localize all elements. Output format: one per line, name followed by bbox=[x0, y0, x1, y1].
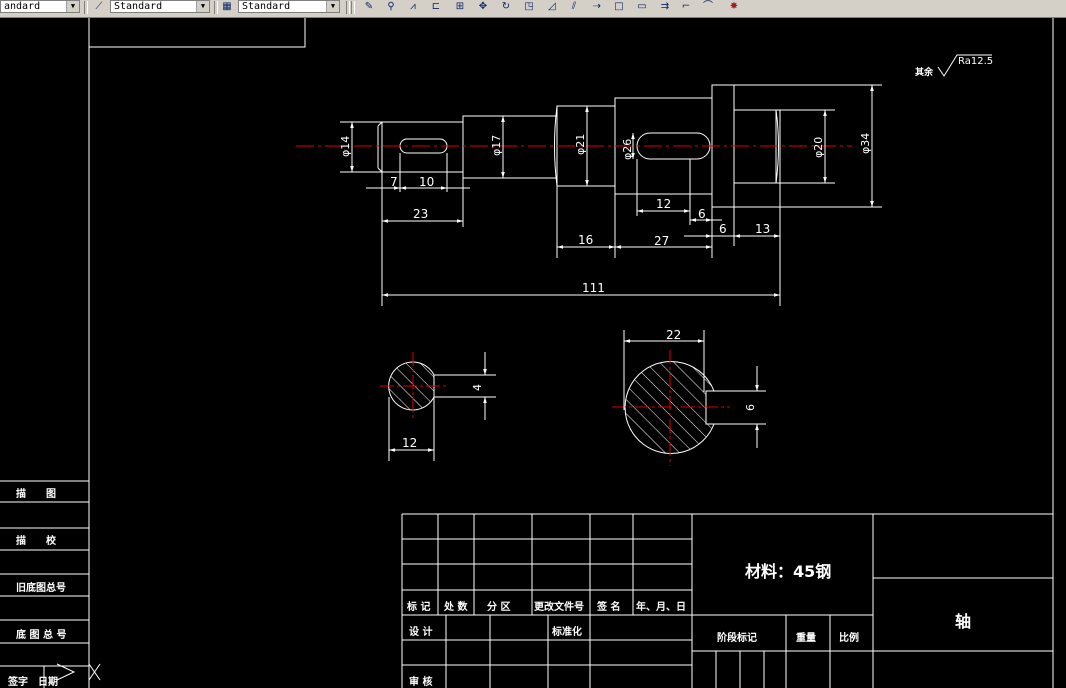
dim-10: 10 bbox=[419, 175, 434, 189]
drawing-canvas[interactable]: 描 图 描 校 旧底图总号 底 图 总 号 签字 日期 其余 Ra12.5 φ1… bbox=[0, 18, 1066, 688]
explode-icon[interactable]: ✸ bbox=[727, 0, 741, 14]
header-zone: 分 区 bbox=[487, 600, 510, 613]
table-style-icon[interactable]: ▦ bbox=[220, 0, 234, 14]
dim-6b: 6 bbox=[719, 222, 727, 236]
table-style-value: Standard bbox=[242, 1, 291, 12]
array-icon[interactable]: ⊞ bbox=[453, 0, 467, 14]
label-weight: 重量 bbox=[796, 631, 816, 644]
fillet-icon[interactable]: ⌒ bbox=[701, 0, 715, 14]
chevron-down-icon[interactable]: ▼ bbox=[66, 1, 79, 12]
roughness-value: Ra12.5 bbox=[958, 56, 993, 67]
dim-d21: φ21 bbox=[574, 134, 587, 155]
stretch-icon[interactable]: ◿ bbox=[545, 0, 559, 14]
section-a: 4 12 bbox=[380, 352, 496, 461]
extend-icon[interactable]: ⇢ bbox=[590, 0, 604, 14]
text-style-select[interactable]: andard ▼ bbox=[0, 0, 80, 13]
break-icon[interactable]: □ bbox=[612, 0, 626, 14]
label-stage-mark: 阶段标记 bbox=[717, 631, 757, 644]
section-b: 22 6 bbox=[612, 328, 766, 466]
header-mark: 标 记 bbox=[406, 600, 430, 613]
break-at-point-icon[interactable]: ▭ bbox=[635, 0, 649, 14]
title-block bbox=[401, 513, 1053, 688]
dim-12: 12 bbox=[656, 197, 671, 211]
dim-7: 7 bbox=[390, 175, 398, 189]
dim-d20: φ20 bbox=[812, 137, 825, 158]
chevron-down-icon[interactable]: ▼ bbox=[196, 1, 209, 12]
dim-d17: φ17 bbox=[490, 135, 503, 156]
section-b-width: 22 bbox=[666, 328, 681, 342]
match-props-icon[interactable]: ⚲ bbox=[384, 0, 398, 14]
offset-icon[interactable]: ⊏ bbox=[429, 0, 443, 14]
dim-style-value: Standard bbox=[114, 1, 163, 12]
text-style-value: andard bbox=[4, 1, 41, 12]
toolbar: andard ▼ ⟋ Standard ▼ ▦ Standard ▼ ✎ ⚲ ⩘… bbox=[0, 0, 1066, 18]
label-design: 设 计 bbox=[409, 625, 432, 638]
dim-d14: φ14 bbox=[339, 136, 352, 157]
dim-23: 23 bbox=[413, 207, 428, 221]
drawing-frame bbox=[88, 18, 1054, 688]
surface-note: 其余 bbox=[915, 66, 934, 78]
dim-d34: φ34 bbox=[859, 133, 872, 154]
dimension-style-icon[interactable]: ⟋ bbox=[92, 0, 106, 14]
label-scale: 比例 bbox=[839, 631, 859, 644]
material-label: 材料：45钢 bbox=[745, 562, 831, 581]
separator bbox=[346, 1, 350, 14]
section-a-depth: 4 bbox=[471, 384, 484, 391]
move-icon[interactable]: ✥ bbox=[476, 0, 490, 14]
separator bbox=[351, 1, 355, 14]
header-change-doc: 更改文件号 bbox=[534, 600, 584, 613]
pencil-icon[interactable]: ✎ bbox=[362, 0, 376, 14]
dim-27: 27 bbox=[654, 234, 669, 248]
left-table-row-2: 描 校 bbox=[16, 534, 57, 547]
label-standardize: 标准化 bbox=[551, 625, 582, 638]
table-style-select[interactable]: Standard ▼ bbox=[238, 0, 340, 13]
dim-6a: 6 bbox=[698, 207, 706, 221]
part-name: 轴 bbox=[955, 612, 971, 631]
section-b-depth: 6 bbox=[744, 404, 757, 411]
section-a-width: 12 bbox=[402, 436, 417, 450]
mirror-icon[interactable]: ⩘ bbox=[406, 0, 420, 14]
left-table-row-5: 签字 日期 bbox=[7, 675, 58, 688]
dim-d26: φ26 bbox=[621, 139, 634, 160]
dim-16: 16 bbox=[578, 233, 593, 247]
trim-icon[interactable]: ⫽ bbox=[567, 0, 581, 14]
dim-111: 111 bbox=[582, 281, 605, 295]
dim-style-select[interactable]: Standard ▼ bbox=[110, 0, 210, 13]
header-count: 处 数 bbox=[443, 600, 468, 613]
label-review: 审 核 bbox=[409, 675, 432, 688]
separator bbox=[84, 1, 88, 14]
chamfer-icon[interactable]: ⌐ bbox=[679, 0, 693, 14]
join-icon[interactable]: ⇉ bbox=[658, 0, 672, 14]
left-table-row-3: 旧底图总号 bbox=[16, 581, 66, 594]
left-table-row-1: 描 图 bbox=[16, 487, 56, 500]
left-table-row-4: 底 图 总 号 bbox=[16, 628, 66, 641]
header-sign: 签 名 bbox=[596, 600, 620, 613]
rotate-icon[interactable]: ↻ bbox=[499, 0, 513, 14]
header-date: 年、月、日 bbox=[636, 600, 686, 613]
dim-13: 13 bbox=[755, 222, 770, 236]
chevron-down-icon[interactable]: ▼ bbox=[326, 1, 339, 12]
separator bbox=[214, 1, 218, 14]
scale-icon[interactable]: ◳ bbox=[522, 0, 536, 14]
